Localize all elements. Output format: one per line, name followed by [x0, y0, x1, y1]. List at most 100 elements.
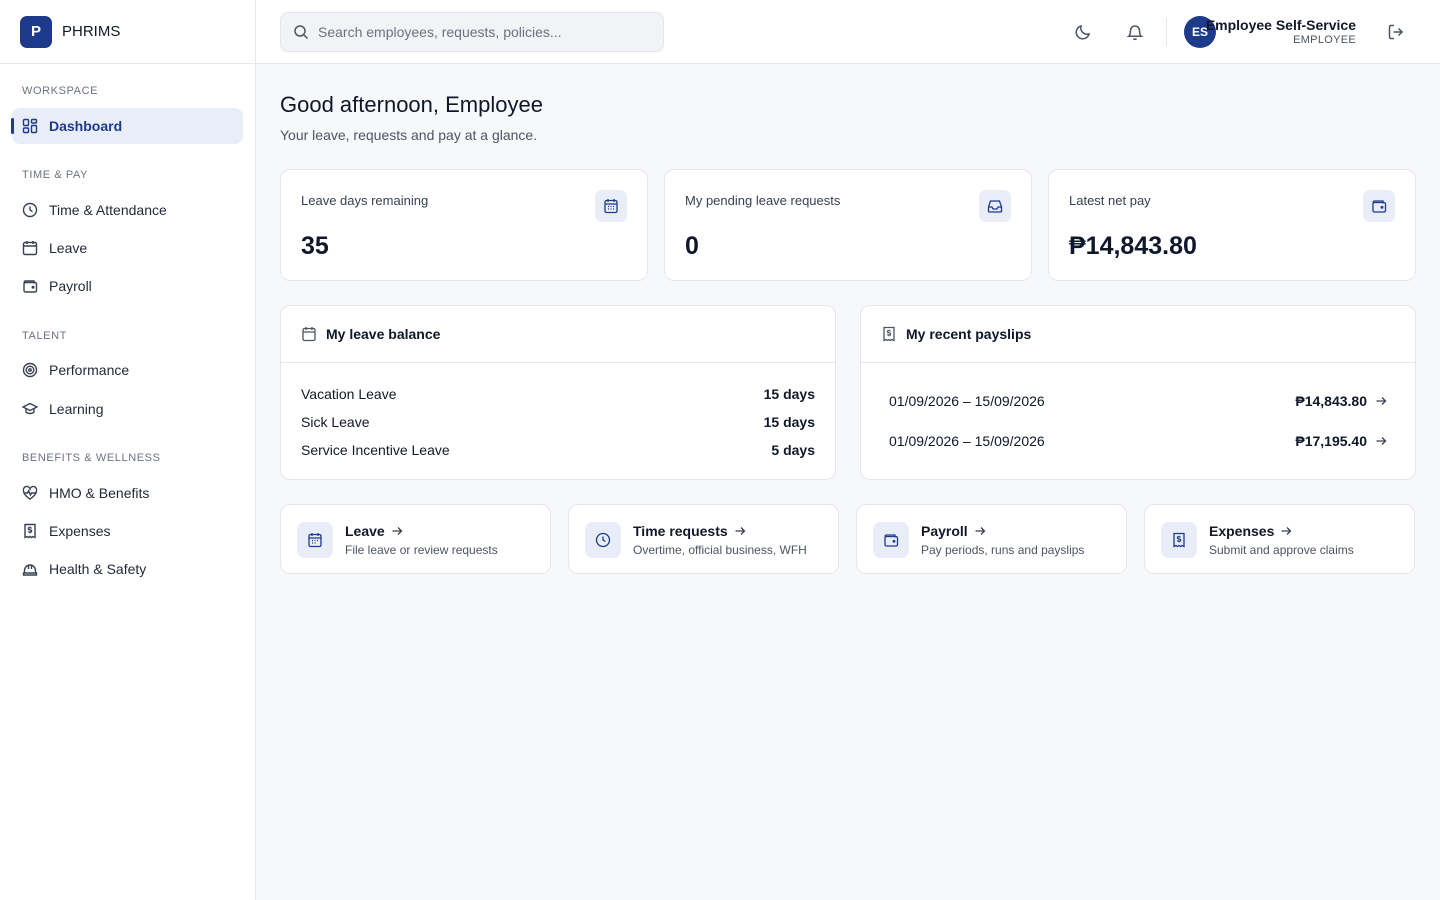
user-role: EMPLOYEE — [1293, 34, 1356, 46]
sidebar-item-label: Payroll — [49, 278, 92, 294]
wallet-icon — [884, 534, 899, 547]
dashboard-icon — [22, 118, 38, 134]
sidebar-item-hmo-benefits[interactable]: HMO & Benefits — [12, 475, 243, 511]
quick-link-title: Time requests — [633, 523, 728, 539]
section-label-talent: TALENT — [22, 330, 67, 342]
panel-title: My recent payslips — [906, 326, 1032, 342]
payslips-panel: My recent payslips 01/09/2026 – 15/09/20… — [860, 305, 1416, 480]
quick-link-title: Payroll — [921, 523, 968, 539]
search-bar[interactable] — [280, 12, 664, 52]
target-icon — [22, 362, 38, 378]
search-icon — [294, 25, 309, 40]
payslip-row[interactable]: 01/09/2026 – 15/09/2026 ₱17,195.40 — [889, 433, 1387, 449]
quick-link-icon-wrap — [297, 522, 333, 558]
arrow-right-icon — [392, 527, 403, 535]
quick-link-icon-wrap — [585, 522, 621, 558]
payslip-row[interactable]: 01/09/2026 – 15/09/2026 ₱14,843.80 — [889, 393, 1387, 409]
quick-link-desc: Overtime, official business, WFH — [633, 543, 807, 557]
arrow-right-icon — [975, 527, 986, 535]
sidebar-item-label: Leave — [49, 240, 88, 256]
logout-button[interactable] — [1384, 20, 1408, 44]
calendar-icon — [22, 241, 38, 256]
quick-link-title-wrap: Leave — [345, 523, 403, 539]
inbox-icon — [987, 200, 1003, 213]
leave-type: Vacation Leave — [301, 386, 397, 402]
payslip-amount: ₱14,843.80 — [1295, 393, 1367, 409]
list-item: Vacation Leave 15 days — [301, 386, 815, 402]
receipt-icon — [24, 523, 36, 539]
page-subtitle: Your leave, requests and pay at a glance… — [280, 127, 538, 143]
receipt-icon — [883, 326, 895, 342]
sidebar-item-label: Learning — [49, 401, 104, 417]
sidebar-item-label: HMO & Benefits — [49, 485, 150, 501]
panel-title: My leave balance — [326, 326, 441, 342]
logout-icon — [1388, 24, 1404, 40]
wallet-icon — [23, 280, 38, 293]
arrow-right-icon — [1376, 397, 1387, 405]
sidebar-item-dashboard[interactable]: Dashboard — [11, 108, 243, 144]
quick-link-leave[interactable]: Leave File leave or review requests — [280, 504, 551, 574]
topbar-divider — [1166, 18, 1167, 46]
stat-icon-wrap — [979, 190, 1011, 222]
sidebar-item-leave[interactable]: Leave — [12, 230, 243, 266]
quick-link-icon-wrap — [1161, 522, 1197, 558]
leave-days: 15 days — [763, 414, 815, 430]
stat-label: Leave days remaining — [301, 193, 429, 208]
quick-link-payroll[interactable]: Payroll Pay periods, runs and payslips — [856, 504, 1127, 574]
calendar-icon — [604, 199, 618, 214]
user-name: Employee Self-Service — [1205, 17, 1356, 33]
sidebar-item-label: Dashboard — [49, 118, 123, 134]
payslip-amount: ₱17,195.40 — [1295, 433, 1367, 449]
stat-value: 35 — [301, 232, 329, 260]
sidebar-item-health-safety[interactable]: Health & Safety — [12, 551, 243, 587]
stat-icon-wrap — [595, 190, 627, 222]
theme-toggle-button[interactable] — [1071, 20, 1095, 44]
graduation-cap-icon — [22, 402, 38, 415]
quick-link-desc: Submit and approve claims — [1209, 543, 1354, 557]
quick-link-expenses[interactable]: Expenses Submit and approve claims — [1144, 504, 1415, 574]
sidebar-item-label: Health & Safety — [49, 561, 147, 577]
arrow-right-icon — [1376, 437, 1387, 445]
section-label-time-pay: TIME & PAY — [22, 169, 89, 181]
quick-link-title-wrap: Expenses — [1209, 523, 1292, 539]
stat-value: 0 — [685, 232, 699, 260]
sidebar-item-label: Time & Attendance — [49, 202, 167, 218]
stat-label: My pending leave requests — [685, 193, 841, 208]
sidebar-item-time-attendance[interactable]: Time & Attendance — [12, 192, 243, 228]
wallet-icon — [1372, 200, 1387, 213]
moon-icon — [1075, 24, 1091, 40]
payslip-amount-wrap: ₱14,843.80 — [1295, 393, 1387, 409]
quick-link-desc: Pay periods, runs and payslips — [921, 543, 1085, 557]
panel-header: My leave balance — [281, 306, 835, 363]
leave-type: Service Incentive Leave — [301, 442, 450, 458]
sidebar-item-learning[interactable]: Learning — [12, 391, 243, 427]
quick-link-title: Leave — [345, 523, 385, 539]
payslip-period: 01/09/2026 – 15/09/2026 — [889, 433, 1045, 449]
bell-icon — [1126, 25, 1144, 41]
stat-card-leave-remaining: Leave days remaining 35 — [280, 169, 648, 281]
search-input[interactable] — [318, 24, 648, 40]
sidebar-item-payroll[interactable]: Payroll — [12, 268, 243, 304]
calendar-icon — [308, 533, 322, 548]
brand[interactable]: P PHRIMS — [0, 0, 255, 64]
clock-icon — [595, 532, 611, 548]
heart-pulse-icon — [22, 485, 38, 500]
arrow-right-icon — [1281, 527, 1292, 535]
sidebar-item-performance[interactable]: Performance — [12, 352, 243, 388]
section-label-workspace: WORKSPACE — [22, 85, 99, 97]
quick-link-time-requests[interactable]: Time requests Overtime, official busines… — [568, 504, 839, 574]
sidebar: P PHRIMS WORKSPACE Dashboard TIME & PAY … — [0, 0, 256, 900]
sidebar-item-expenses[interactable]: Expenses — [12, 513, 243, 549]
receipt-icon — [1173, 532, 1185, 548]
sidebar-item-label: Performance — [49, 362, 130, 378]
stat-value: ₱14,843.80 — [1069, 232, 1197, 260]
notifications-button[interactable] — [1123, 20, 1147, 44]
stat-card-pending-requests: My pending leave requests 0 — [664, 169, 1032, 281]
brand-name: PHRIMS — [62, 23, 121, 40]
payslip-period: 01/09/2026 – 15/09/2026 — [889, 393, 1045, 409]
page-title: Good afternoon, Employee — [280, 92, 543, 117]
payslip-amount-wrap: ₱17,195.40 — [1295, 433, 1387, 449]
leave-balance-panel: My leave balance Vacation Leave 15 days … — [280, 305, 836, 480]
calendar-icon — [302, 327, 316, 342]
quick-link-desc: File leave or review requests — [345, 543, 498, 557]
